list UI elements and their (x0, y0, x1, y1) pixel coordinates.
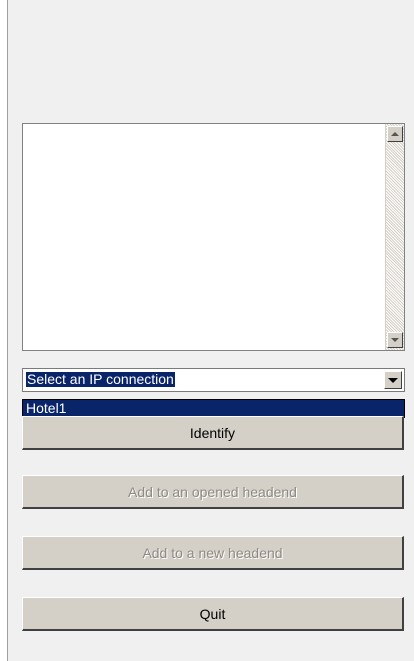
add-to-opened-headend-button[interactable]: Add to an opened headend (22, 475, 404, 509)
ip-connection-select[interactable]: Select an IP connection (22, 368, 405, 392)
vertical-scrollbar[interactable] (385, 124, 404, 350)
ip-connection-selected-text: Select an IP connection (26, 371, 175, 387)
quit-button[interactable]: Quit (22, 597, 404, 631)
add-to-new-headend-button[interactable]: Add to a new headend (22, 536, 404, 570)
triangle-down-icon (391, 338, 399, 342)
ip-connection-option-hotel1[interactable]: Hotel1 (23, 400, 404, 417)
dropdown-button[interactable] (384, 371, 402, 389)
scroll-down-button[interactable] (387, 332, 403, 348)
identify-button[interactable]: Identify (22, 416, 404, 450)
scroll-up-button[interactable] (387, 126, 403, 142)
triangle-up-icon (391, 132, 399, 136)
chevron-down-icon (388, 377, 398, 383)
devices-listbox[interactable] (22, 123, 405, 351)
